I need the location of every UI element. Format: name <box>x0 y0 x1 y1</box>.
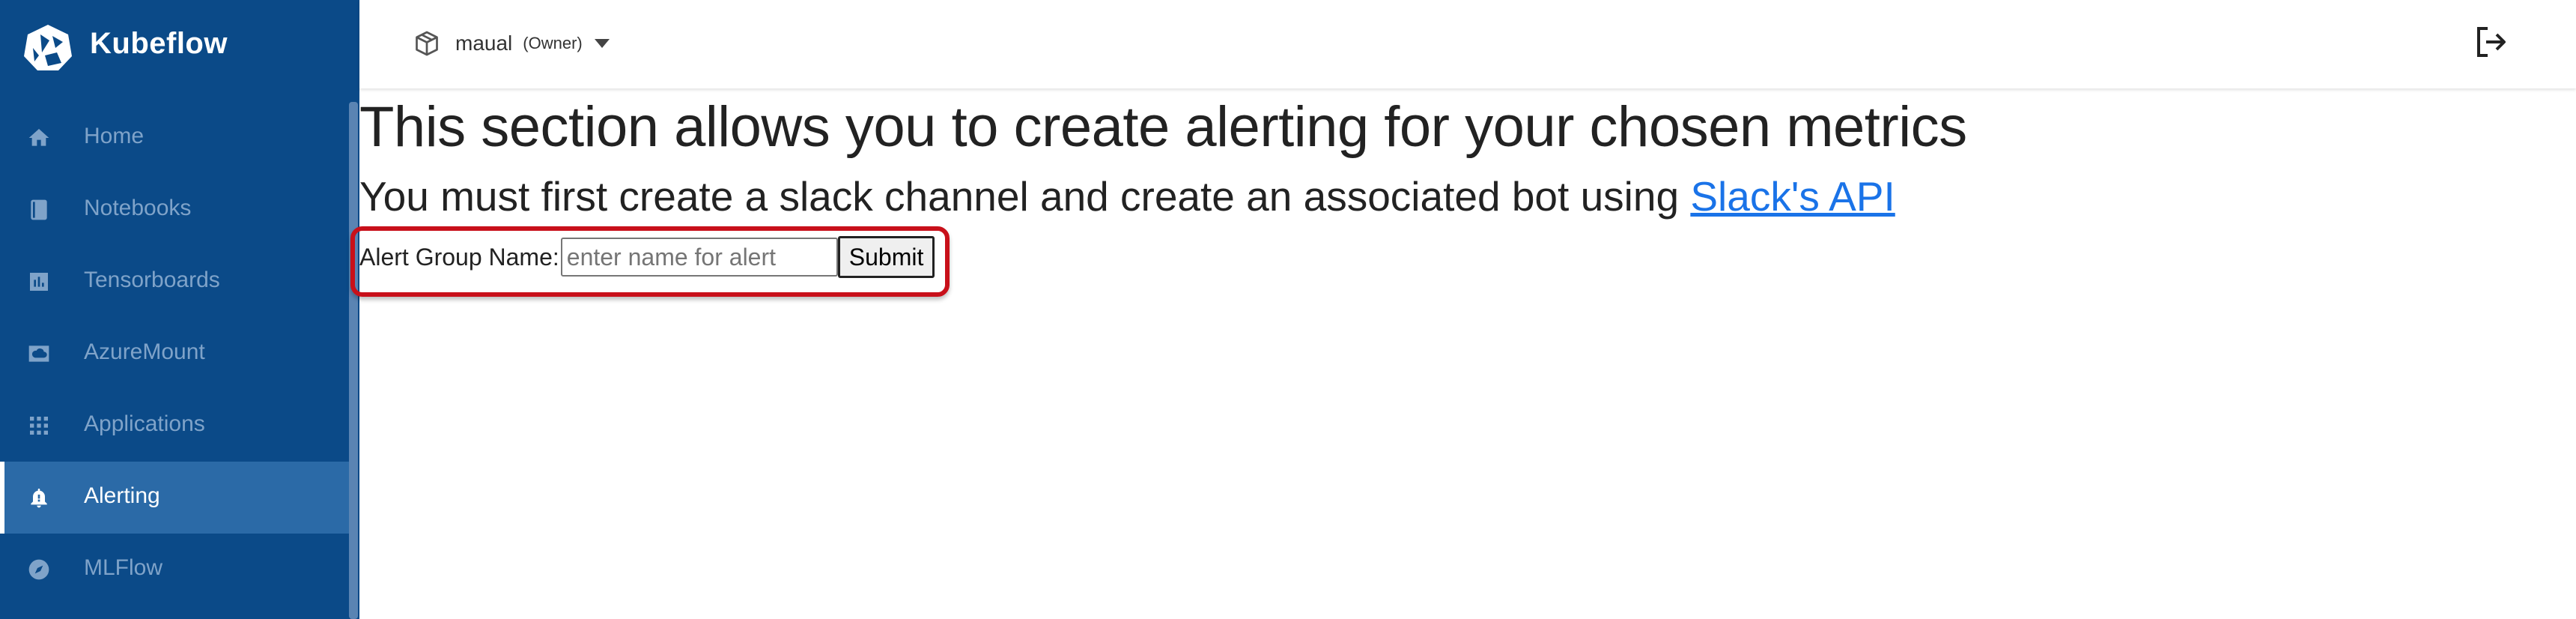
namespace-role: (Owner) <box>523 34 583 52</box>
submit-button[interactable]: Submit <box>837 236 935 278</box>
apps-grid-icon <box>25 412 52 439</box>
sidebar-item-notebooks[interactable]: Notebooks <box>0 174 349 246</box>
compass-icon <box>25 556 52 583</box>
sidebar-item-label: Alerting <box>84 483 160 508</box>
sidebar-item-home[interactable]: Home <box>0 102 349 174</box>
cloud-storage-icon <box>25 340 52 367</box>
sidebar-item-tensorboards[interactable]: Tensorboards <box>0 246 349 318</box>
sidebar-nav: Home Notebooks Tensorboards AzureMount A… <box>0 102 349 606</box>
brand-name: Kubeflow <box>90 27 228 60</box>
bar-chart-icon <box>25 268 52 295</box>
page-subtitle: You must first create a slack channel an… <box>359 172 1895 220</box>
sidebar-item-alerting[interactable]: Alerting <box>0 462 349 534</box>
main-content: This section allows you to create alerti… <box>350 88 2576 619</box>
namespace-selector[interactable]: maual (Owner) <box>413 27 610 60</box>
home-icon <box>25 124 52 151</box>
kubeflow-logo-icon <box>24 25 72 70</box>
sidebar-scrollbar[interactable] <box>349 102 358 619</box>
caret-down-icon <box>594 39 610 48</box>
sidebar-item-label: MLFlow <box>84 555 163 580</box>
sidebar-item-label: Notebooks <box>84 196 192 220</box>
app-root: Kubeflow Home Notebooks Tensorboards Azu… <box>0 0 2576 619</box>
sidebar-item-mlflow[interactable]: MLFlow <box>0 534 349 606</box>
alert-group-name-input[interactable] <box>560 238 838 277</box>
sidebar-item-azuremount[interactable]: AzureMount <box>0 318 349 390</box>
notebook-icon <box>25 196 52 223</box>
subtitle-text: You must first create a slack channel an… <box>359 173 1691 220</box>
alert-group-form: Alert Group Name: Submit <box>359 235 935 279</box>
sidebar-item-label: AzureMount <box>84 339 205 364</box>
sidebar-item-label: Applications <box>84 411 205 436</box>
bell-alert-icon <box>25 484 52 511</box>
logout-icon[interactable] <box>2473 24 2509 60</box>
page-title: This section allows you to create alerti… <box>359 95 1967 159</box>
namespace-name: maual <box>455 31 513 55</box>
sidebar: Kubeflow Home Notebooks Tensorboards Azu… <box>0 0 359 619</box>
brand[interactable]: Kubeflow <box>0 0 359 94</box>
sidebar-item-applications[interactable]: Applications <box>0 390 349 462</box>
package-icon <box>416 31 438 56</box>
sidebar-item-label: Home <box>84 124 145 148</box>
alert-group-name-label: Alert Group Name: <box>359 243 559 271</box>
slack-api-link[interactable]: Slack's API <box>1690 173 1895 220</box>
sidebar-item-label: Tensorboards <box>84 268 220 292</box>
topbar: maual (Owner) <box>359 0 2576 88</box>
